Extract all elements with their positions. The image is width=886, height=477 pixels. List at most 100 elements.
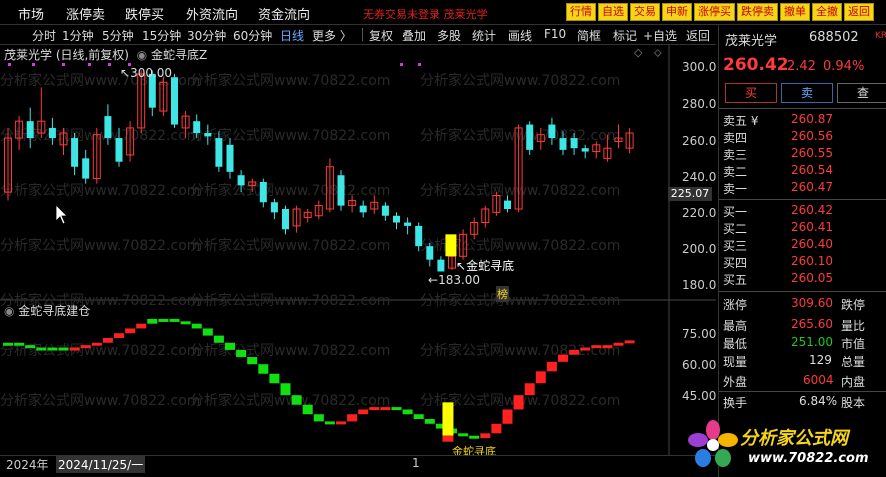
stat-total-vol-label: 总量 [841,355,866,369]
ask2-price[interactable]: 260.54 [791,163,833,177]
bid3-price[interactable]: 260.40 [791,237,833,251]
settings-diamond-icon[interactable]: ◇ [634,46,642,59]
price-chart[interactable]: 分析家公式网www.70822.com分析家公式网www.70822.com 分析… [0,45,716,455]
limit-up-buy-button[interactable]: 涨停买 [694,3,735,21]
tool-draw[interactable]: 画线 [508,27,532,44]
tool-f10[interactable]: F10 [544,27,566,41]
trade-button[interactable]: 交易 [630,3,660,21]
indicator-bar [47,347,58,351]
ask1-label: 卖一 [723,182,748,196]
bid1-price[interactable]: 260.42 [791,203,833,217]
stat-turnover-value: 6.84% [799,394,838,408]
low-value: 183.00 [438,273,481,287]
ipo-button[interactable]: 申新 [662,3,692,21]
tool-mark[interactable]: 标记 [613,27,637,44]
tool-overlay[interactable]: 叠加 [402,27,426,44]
signal-annotation: ↖金蛇寻底 [456,259,515,273]
site-logo: 分析家公式网 www.70822.com [686,418,880,473]
expand-icon[interactable]: ⬦ [654,46,662,60]
candle-body [215,138,223,167]
period-daily[interactable]: 日线 [280,27,304,44]
ask2-label: 卖二 [723,165,748,179]
bid2-price[interactable]: 260.41 [791,220,833,234]
chart-indicator-name[interactable]: 金蛇寻底Z [151,48,207,62]
limit-down-sell-button[interactable]: 跌停卖 [737,3,778,21]
quote-panel: 茂莱光学 688502 KR1000 260.42 2.42 0.94% 买 卖… [718,25,886,477]
candle-body [393,215,400,223]
divider [719,391,886,392]
tool-frame[interactable]: 简框 [577,27,601,44]
indicator-bar [324,421,335,425]
cancel-order-button[interactable]: 撤单 [780,3,810,21]
price-tick-200: 200.0 [682,242,717,256]
indicator-bar [36,347,47,351]
sell-button[interactable]: 卖 [781,83,833,103]
trade-buttons: 行情 自选 交易 申新 涨停买 跌停卖 撤单 全撤 返回 [566,3,874,21]
period-60min[interactable]: 60分钟 [233,27,272,44]
period-1min[interactable]: 1分钟 [62,27,94,44]
candle-body [193,121,201,133]
query-button[interactable]: 查 [837,83,886,103]
signal-dot [418,63,421,66]
menu-market[interactable]: 市场 [18,4,44,23]
indicator-bar [480,433,491,439]
watermark-text: 分析家公式网www.70822.com [0,392,200,409]
indicator-signal-base [442,435,454,442]
period-timeshare[interactable]: 分时 [32,27,56,44]
tool-multi[interactable]: 多股 [437,27,461,44]
price-change-pct: 0.94% [823,59,865,74]
indicator-bar [191,323,202,329]
tool-back[interactable]: 返回 [686,27,710,44]
logo-title: 分析家公式网 [740,428,848,449]
bid4-price[interactable]: 260.10 [791,254,833,268]
indicator-bar [147,318,158,324]
tool-stats[interactable]: 统计 [472,27,496,44]
rank-badge[interactable]: 榜 [496,286,509,302]
indicator-bar [336,421,346,425]
indicator-bar [169,318,180,322]
low-annotation: ←183.00 [428,273,481,287]
indicator-signal-bar [442,402,454,436]
buy-button[interactable]: 买 [725,83,777,103]
indicator-bar [424,419,435,424]
period-5min[interactable]: 5分钟 [102,27,134,44]
signal-dot [8,63,11,66]
indicator-bar [58,347,69,351]
candle-body [237,175,245,186]
price-tick-280: 280.0 [682,97,717,111]
flower-logo-icon [688,420,738,467]
toolbar-divider [362,28,363,41]
ask3-price[interactable]: 260.55 [791,146,833,160]
logo-url[interactable]: www.70822.com [748,451,869,466]
cancel-all-button[interactable]: 全撤 [812,3,842,21]
tool-adjust[interactable]: 复权 [369,27,393,44]
period-toolbar: 分时 1分钟 5分钟 15分钟 30分钟 60分钟 日线 更多 〉 复权 叠加 … [0,25,716,45]
stock-tag: KR1000 [875,31,886,41]
menu-limit-down-buy[interactable]: 跌停买 [125,4,164,23]
period-more[interactable]: 更多 〉 [312,27,352,44]
bid5-price[interactable]: 260.05 [791,271,833,285]
watermark-text: 分析家公式网www.70822.com [420,292,620,309]
menu-capital-flow[interactable]: 资金流向 [258,4,310,23]
quote-button[interactable]: 行情 [566,3,596,21]
candle-body [104,116,112,139]
watchlist-button[interactable]: 自选 [598,3,628,21]
price-tick-240: 240.0 [682,170,717,184]
ask4-price[interactable]: 260.56 [791,129,833,143]
menu-foreign-flow[interactable]: 外资流向 [186,4,238,23]
menu-limit-up-sell[interactable]: 涨停卖 [66,4,105,23]
period-15min[interactable]: 15分钟 [142,27,181,44]
tool-add-watch[interactable]: +自选 [643,27,677,44]
indicator-bar [91,342,102,346]
period-30min[interactable]: 30分钟 [187,27,226,44]
stat-outer-value: 6004 [803,373,834,387]
indicator-bar [136,323,147,329]
back-button[interactable]: 返回 [844,3,874,21]
ask5-price[interactable]: 260.87 [791,112,833,126]
indicator-title-text[interactable]: 金蛇寻底建仓 [18,304,90,318]
indicator-dot-icon: ◉ [132,48,148,62]
ask1-price[interactable]: 260.47 [791,180,833,194]
indicator-bar [213,335,224,343]
candle-body [381,205,389,216]
stat-share-capital-label: 股本 [841,396,866,410]
